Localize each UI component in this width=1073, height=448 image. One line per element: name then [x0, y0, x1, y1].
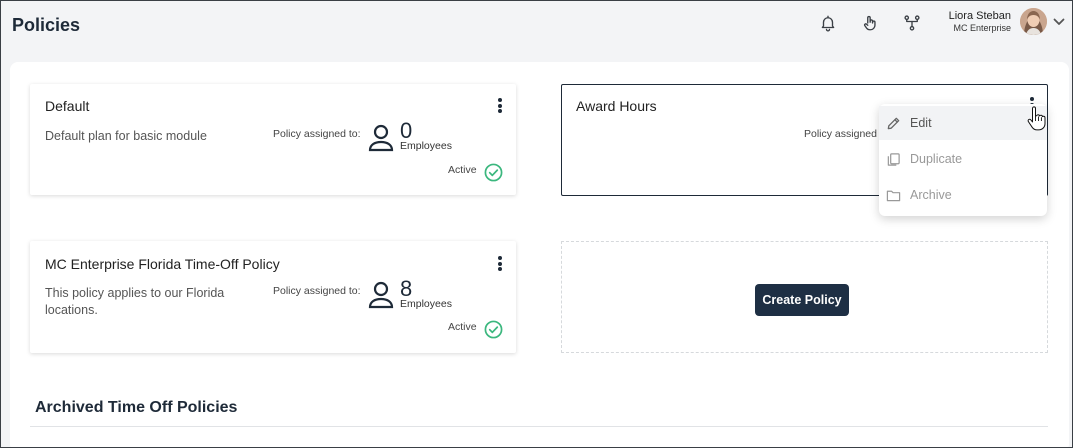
person-icon — [368, 124, 394, 152]
hierarchy-icon[interactable] — [903, 14, 921, 32]
assigned-label: Policy assigned to: — [273, 285, 361, 297]
menu-item-archive[interactable]: Archive — [879, 178, 1047, 212]
policy-actions-menu: Edit Duplicate Archive — [879, 104, 1047, 216]
create-policy-button[interactable]: Create Policy — [755, 284, 849, 316]
policy-card-default[interactable]: Default Default plan for basic module Po… — [30, 84, 516, 195]
status-label: Active — [448, 321, 477, 333]
user-org: MC Enterprise — [953, 23, 1011, 33]
more-options-icon[interactable] — [497, 98, 503, 114]
archived-section-title: Archived Time Off Policies — [35, 399, 238, 416]
policy-title: MC Enterprise Florida Time-Off Policy — [45, 256, 280, 272]
policy-description: This policy applies to our Florida locat… — [45, 286, 225, 317]
folder-icon — [886, 190, 901, 202]
employee-unit: Employees — [400, 298, 452, 310]
menu-item-duplicate[interactable]: Duplicate — [879, 142, 1047, 176]
chevron-down-icon[interactable] — [1052, 15, 1066, 29]
page-title: Policies — [12, 15, 81, 35]
more-options-icon[interactable] — [497, 256, 503, 272]
touch-icon[interactable] — [861, 14, 879, 32]
user-name: Liora Steban — [948, 10, 1011, 22]
avatar[interactable] — [1020, 8, 1047, 35]
assigned-label: Policy assigned to: — [273, 128, 361, 140]
pencil-icon — [887, 117, 900, 130]
divider — [30, 426, 1048, 427]
policy-description: Default plan for basic module — [45, 129, 207, 143]
menu-item-label: Edit — [910, 116, 932, 130]
assigned-label: Policy assigned — [804, 128, 877, 140]
copy-icon — [887, 153, 900, 166]
menu-item-edit[interactable]: Edit — [879, 106, 1047, 140]
hand-cursor-icon — [1026, 106, 1046, 132]
person-icon — [368, 281, 394, 309]
policy-card-florida[interactable]: MC Enterprise Florida Time-Off Policy Th… — [30, 241, 516, 353]
employee-unit: Employees — [400, 140, 452, 152]
check-circle-icon — [484, 320, 503, 339]
check-circle-icon — [484, 163, 503, 182]
user-info[interactable]: Liora Steban MC Enterprise — [949, 10, 1011, 33]
menu-item-label: Archive — [910, 188, 952, 202]
top-bar: Policies Liora Steban MC Enterprise — [0, 0, 1073, 52]
bell-icon[interactable] — [819, 14, 837, 32]
menu-item-label: Duplicate — [910, 152, 963, 166]
policy-title: Award Hours — [576, 98, 657, 114]
policy-title: Default — [45, 98, 90, 114]
status-label: Active — [448, 164, 477, 176]
